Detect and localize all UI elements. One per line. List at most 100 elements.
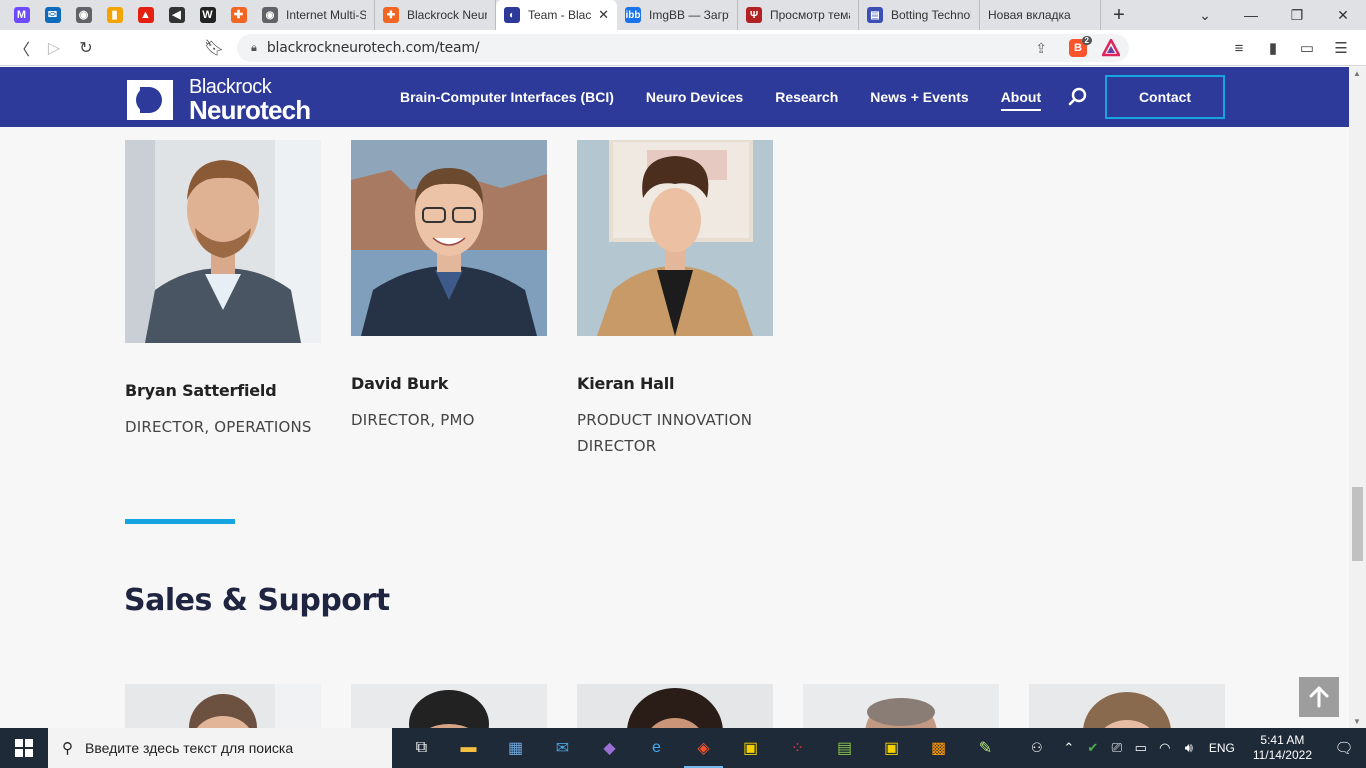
brave-rewards-icon[interactable] — [1102, 39, 1120, 57]
app-colorful-icon[interactable]: ▩ — [915, 728, 962, 768]
search-icon[interactable] — [1067, 86, 1089, 108]
app-green-doc-icon[interactable]: ▤ — [821, 728, 868, 768]
share-icon[interactable]: ⇪ — [1035, 40, 1047, 57]
battery-icon[interactable]: ▭ — [1129, 740, 1153, 756]
nav-news-events[interactable]: News + Events — [870, 89, 968, 105]
nav-bci[interactable]: Brain-Computer Interfaces (BCI) — [400, 89, 614, 105]
nav-about[interactable]: About — [1000, 89, 1042, 111]
mail-icon[interactable]: ✉ — [539, 728, 586, 768]
start-button[interactable] — [0, 728, 48, 768]
section-title-sales-support: Sales & Support — [124, 583, 390, 618]
notifications-icon[interactable]: 🗨︎ — [1322, 739, 1366, 757]
browser-tab[interactable]: ▤ Botting Technol — [859, 0, 980, 30]
wallet-icon[interactable]: ▭ — [1290, 36, 1324, 60]
scroll-up-arrow-icon[interactable]: ▲ — [1353, 69, 1361, 78]
pinned-tabs: M ✉ ◉ ▮ ▲ ◀ W ✚ — [0, 0, 254, 30]
browser-tab[interactable]: ✚ Blackrock Neuro — [375, 0, 496, 30]
avatar — [803, 684, 999, 728]
screen-icon[interactable]: ⎚ — [1105, 740, 1129, 756]
app-red-dots-icon[interactable]: ⁘ — [774, 728, 821, 768]
clock-time: 5:41 AM — [1260, 733, 1305, 747]
lock-icon: 🔒︎ — [251, 41, 257, 54]
new-tab-button[interactable]: + — [1101, 0, 1137, 30]
app-yellow2-icon[interactable]: ▣ — [868, 728, 915, 768]
address-bar[interactable]: 🔒︎ blackrockneurotech.com/team/ ⇪ — [237, 34, 1129, 62]
reload-button[interactable]: ↻ — [70, 30, 102, 66]
scroll-down-arrow-icon[interactable]: ▼ — [1353, 717, 1361, 726]
page-scrollbar[interactable]: ▲ ▼ — [1349, 67, 1366, 728]
shields-count-badge: 2 — [1081, 36, 1092, 45]
back-to-top-button[interactable] — [1299, 677, 1339, 717]
task-view-icon[interactable]: ⧉ — [398, 728, 445, 768]
sber-icon[interactable]: ▲ — [130, 0, 161, 30]
language-indicator[interactable]: ENG — [1209, 741, 1235, 755]
wikipedia-icon-glyph: W — [199, 7, 216, 23]
forward-button[interactable]: ▷ — [38, 30, 70, 66]
analytics-icon-glyph: ▮ — [106, 7, 123, 23]
nav-research[interactable]: Research — [775, 89, 838, 105]
scroll-thumb[interactable] — [1352, 487, 1363, 561]
minimize-button[interactable]: — — [1228, 0, 1274, 30]
person-name: David Burk — [351, 374, 449, 393]
globe-icon-glyph: ◉ — [75, 7, 92, 23]
visual-studio-icon[interactable]: ◆ — [586, 728, 633, 768]
back-button[interactable]: 〈 — [6, 30, 38, 66]
clock[interactable]: 5:41 AM 11/14/2022 — [1253, 733, 1312, 763]
close-tab-icon[interactable]: ✕ — [598, 7, 609, 23]
app-notepad-icon[interactable]: ✎ — [962, 728, 1009, 768]
person-name: Kieran Hall — [577, 374, 675, 393]
avatar — [125, 684, 321, 728]
show-hidden-icons-chevron-icon[interactable]: ⌃ — [1057, 740, 1081, 756]
browser-tab[interactable]: ibb ImgBB — Загру — [617, 0, 738, 30]
system-tray: ⚇ ⌃ ✔ ⎚ ▭ ◠ 🔊︎ ENG 5:41 AM 11/14/2022 🗨︎ — [1025, 728, 1366, 768]
browser-tab[interactable]: ◉ Internet Multi-S — [254, 0, 375, 30]
site-logo[interactable]: Blackrock Neurotech — [127, 76, 311, 123]
bookmark-icon[interactable]: 🔖︎ — [198, 30, 230, 66]
sidebar-icon[interactable]: ▮ — [1256, 36, 1290, 60]
taskbar-search-box[interactable]: ⚲ Введите здесь текст для поиска — [48, 728, 392, 768]
browser-tab[interactable]: ◐ Team - Black ✕ — [496, 0, 617, 30]
browser-tab[interactable]: Ψ Просмотр тема — [738, 0, 859, 30]
brave-taskbar-icon[interactable]: ◈ — [680, 728, 727, 768]
sales-card-2 — [351, 684, 547, 728]
proton-mail-icon[interactable]: M — [6, 0, 37, 30]
avatar — [125, 140, 321, 343]
people-icon[interactable]: ⚇ — [1025, 740, 1049, 756]
tab-list: ◉ Internet Multi-S ✚ Blackrock Neuro ◐ Team -… — [254, 0, 1101, 30]
avatar — [351, 140, 547, 336]
contact-button[interactable]: Contact — [1105, 75, 1225, 119]
outlook-icon[interactable]: ✉ — [37, 0, 68, 30]
app-yellow-icon[interactable]: ▣ — [727, 728, 774, 768]
sber-icon-glyph: ▲ — [137, 7, 154, 23]
wifi-icon[interactable]: ◠ — [1153, 740, 1177, 756]
analytics-icon[interactable]: ▮ — [99, 0, 130, 30]
taskbar-apps: ⧉ ▬ ▦ ✉ ◆ e ◈ ▣ ⁘ ▤ ▣ ▩ ✎ — [398, 728, 1009, 768]
store-icon[interactable]: ▦ — [492, 728, 539, 768]
menu-icon[interactable]: ☰ — [1324, 36, 1358, 60]
browser-tab[interactable]: Новая вкладка — [980, 0, 1101, 30]
ie-icon[interactable]: e — [633, 728, 680, 768]
security-check-icon[interactable]: ✔ — [1081, 740, 1105, 756]
plus-cross-icon[interactable]: ✚ — [223, 0, 254, 30]
close-window-button[interactable]: ✕ — [1320, 0, 1366, 30]
tab-title: Новая вкладка — [988, 8, 1071, 22]
team-card-kieran: Kieran Hall Product Innovation Director — [577, 140, 773, 459]
tab-search-chevron-icon[interactable]: ⌄ — [1182, 0, 1228, 30]
proton-mail-icon-glyph: M — [13, 7, 30, 23]
toolbar-right-icons: ≡ ▮ ▭ ☰ — [1222, 36, 1358, 60]
restore-button[interactable]: ❐ — [1274, 0, 1320, 30]
volume-icon[interactable]: 🔊︎ — [1177, 740, 1201, 756]
url-text: blackrockneurotech.com/team/ — [266, 40, 480, 56]
globe-icon[interactable]: ◉ — [68, 0, 99, 30]
avatar — [1029, 684, 1225, 728]
logo-line-blackrock: Blackrock — [189, 76, 272, 98]
tab-title: Internet Multi-S — [286, 8, 366, 22]
wikipedia-icon[interactable]: W — [192, 0, 223, 30]
speaker-icon[interactable]: ◀ — [161, 0, 192, 30]
brave-shields-icon[interactable]: B2 — [1069, 36, 1092, 57]
taskbar-search-placeholder: Введите здесь текст для поиска — [85, 740, 294, 756]
nav-neuro-devices[interactable]: Neuro Devices — [646, 89, 743, 105]
file-explorer-icon[interactable]: ▬ — [445, 728, 492, 768]
reading-list-icon[interactable]: ≡ — [1222, 36, 1256, 60]
page-content: Bryan Satterfield Director, Operations D… — [0, 127, 1349, 728]
